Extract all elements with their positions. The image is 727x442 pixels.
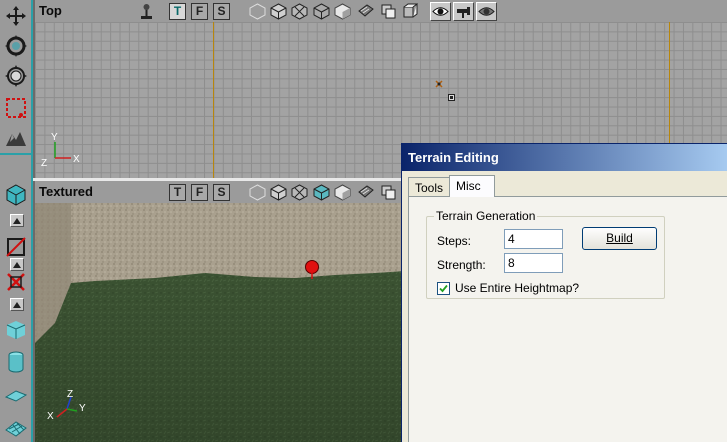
terrain-generation-group: Terrain Generation Steps: Build Strength… [426, 209, 665, 299]
lit-wire-cube-icon[interactable] [291, 3, 308, 20]
scale-icon[interactable] [2, 62, 30, 90]
rotate-icon[interactable] [2, 32, 30, 60]
cut-icon[interactable] [2, 268, 30, 296]
view-side-button[interactable]: S [213, 3, 230, 20]
strength-label: Strength: [437, 258, 486, 272]
axis-x-label: X [47, 411, 54, 422]
cube-brush-icon[interactable] [2, 181, 30, 209]
wireframe-cube-icon[interactable] [249, 3, 266, 20]
view-front-button[interactable]: F [191, 184, 208, 201]
light-marker-icon[interactable] [448, 94, 455, 101]
wireframe-cube-icon[interactable] [249, 184, 266, 201]
tab-misc[interactable]: Misc [449, 175, 495, 197]
build-button-label: Build [606, 231, 633, 245]
multi-cube-icon[interactable] [380, 184, 397, 201]
actor-marker-icon[interactable] [435, 80, 443, 88]
shaded-wire-cube-icon[interactable] [270, 3, 287, 20]
textured-cube-icon[interactable] [357, 3, 374, 20]
textured-cube-icon-active[interactable] [313, 184, 330, 201]
axis-z-label: Z [67, 389, 74, 400]
strength-input[interactable] [504, 253, 563, 273]
terrain-editing-window[interactable]: Terrain Editing Tools Misc Terrain Gener… [401, 143, 727, 442]
view-front-button[interactable]: F [191, 3, 208, 20]
collapse-up-icon[interactable] [10, 214, 24, 227]
flat-shaded-cube-icon[interactable] [334, 184, 351, 201]
window-title: Terrain Editing [408, 150, 499, 165]
box-primitive-icon[interactable] [2, 316, 30, 344]
terrain-primitive-icon[interactable] [2, 412, 30, 440]
eye-hidden-icon[interactable] [476, 2, 497, 21]
terrain-tool-icon[interactable] [2, 124, 30, 152]
player-start-marker-icon[interactable] [304, 259, 320, 279]
viewport-title: Textured [39, 184, 93, 199]
editor-window: Top T F S Y Z X Textured T F S Z Y X Ter… [0, 0, 727, 442]
build-button[interactable]: Build [582, 227, 657, 250]
window-titlebar[interactable]: Terrain Editing [402, 144, 727, 171]
viewport-title: Top [39, 3, 62, 18]
multi-cube-icon[interactable] [380, 3, 397, 20]
plane-primitive-icon[interactable] [2, 381, 30, 409]
view-top-button[interactable]: T [169, 184, 186, 201]
use-heightmap-checkbox[interactable] [437, 282, 450, 295]
move-icon[interactable] [2, 2, 30, 30]
use-heightmap-label: Use Entire Heightmap? [455, 281, 580, 295]
view-side-button[interactable]: S [213, 184, 230, 201]
left-toolbar [0, 0, 33, 442]
tab-panel-misc: Terrain Generation Steps: Build Strength… [408, 196, 727, 442]
axis-x-label: X [73, 154, 80, 165]
stacked-cube-icon[interactable] [401, 3, 418, 20]
checkmark-icon [439, 284, 448, 293]
pin-icon[interactable] [453, 2, 474, 21]
steps-input[interactable] [504, 229, 563, 249]
grid-axis-line [213, 22, 214, 178]
marquee-select-icon[interactable] [2, 94, 30, 122]
group-title: Terrain Generation [434, 209, 538, 223]
collapse-up-icon[interactable] [10, 298, 24, 311]
textured-plane-icon[interactable] [357, 184, 374, 201]
cylinder-primitive-icon[interactable] [2, 348, 30, 376]
steps-label: Steps: [437, 234, 472, 248]
eye-icon[interactable] [430, 2, 451, 21]
toolbar-divider [0, 153, 33, 155]
view-top-button[interactable]: T [169, 3, 186, 20]
axis-z-label: Z [41, 158, 48, 169]
joystick-icon[interactable] [138, 3, 155, 20]
axis-y-label: Y [51, 132, 58, 143]
lit-wire-cube-icon[interactable] [291, 184, 308, 201]
viewport-top-header: Top T F S [35, 0, 727, 22]
flat-shaded-cube-icon[interactable] [334, 3, 351, 20]
slice-icon[interactable] [2, 233, 30, 261]
axis-y-label: Y [79, 403, 86, 414]
tab-tools[interactable]: Tools [408, 177, 450, 197]
solid-cube-icon[interactable] [313, 3, 330, 20]
shaded-wire-cube-icon[interactable] [270, 184, 287, 201]
